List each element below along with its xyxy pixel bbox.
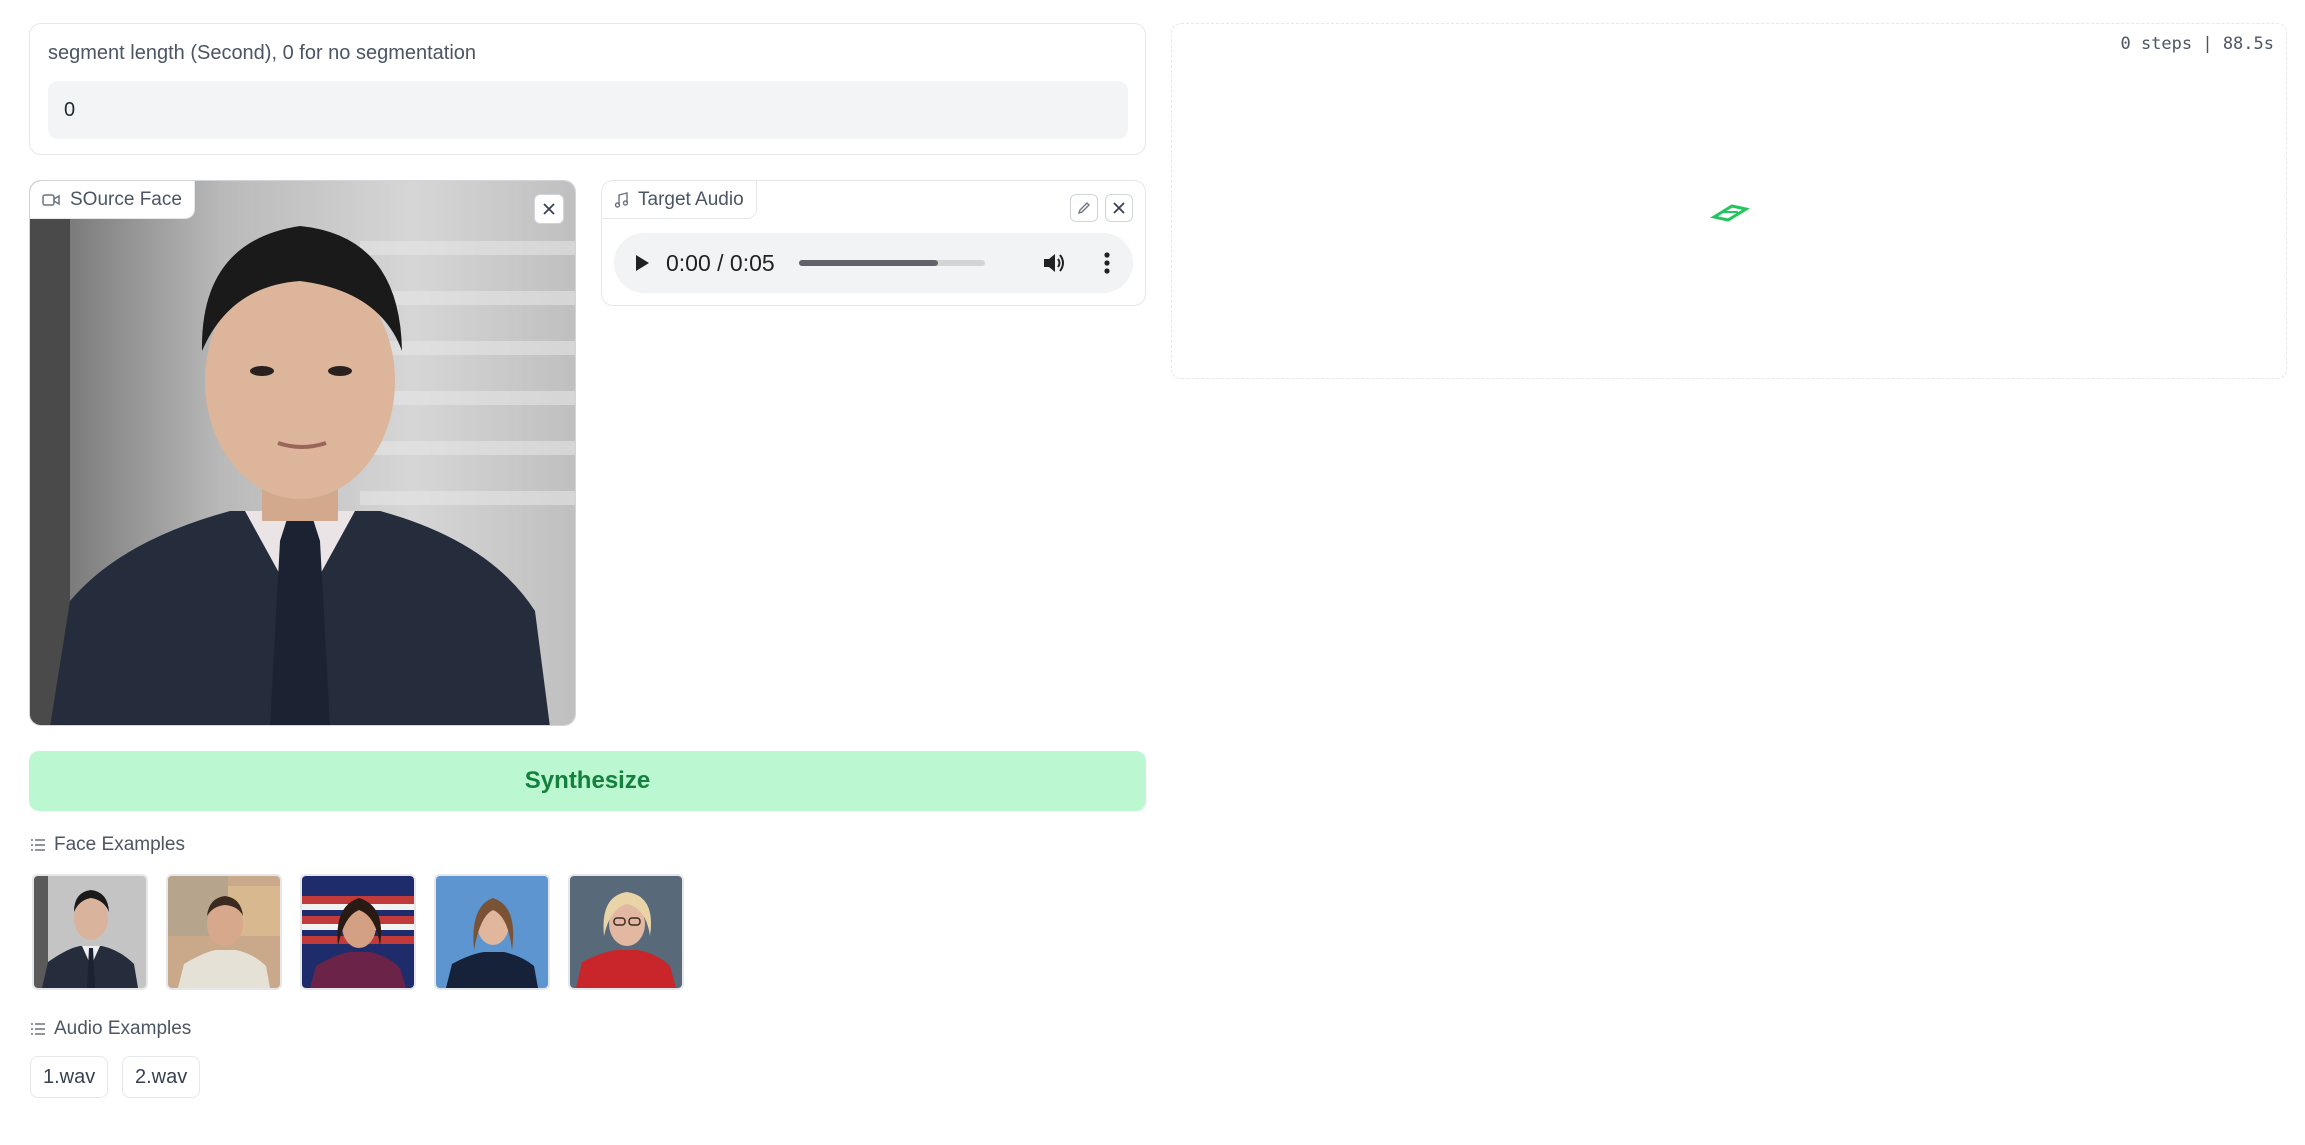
face-example-image	[570, 876, 682, 988]
pencil-icon	[1077, 202, 1090, 215]
audio-example-1[interactable]: 1.wav	[30, 1056, 109, 1098]
face-example-image	[168, 876, 280, 988]
volume-icon[interactable]	[1041, 250, 1067, 276]
face-example-image	[436, 876, 548, 988]
face-example-1[interactable]	[32, 874, 148, 990]
list-icon	[31, 1023, 45, 1035]
output-panel: 0 steps | 88.5s	[1171, 23, 2287, 379]
audio-player: 0:00 / 0:05	[614, 233, 1133, 293]
face-examples-label: Face Examples	[54, 834, 185, 855]
face-example-image	[34, 876, 146, 988]
segment-length-input[interactable]	[48, 81, 1128, 139]
audio-examples-header: Audio Examples	[30, 1018, 191, 1040]
source-face-panel[interactable]: SOurce Face	[29, 180, 576, 726]
source-face-label-text: SOurce Face	[70, 188, 182, 210]
face-example-4[interactable]	[434, 874, 550, 990]
progress-status: 0 steps | 88.5s	[2120, 34, 2274, 54]
list-icon	[31, 839, 45, 851]
segment-length-label: segment length (Second), 0 for no segmen…	[48, 42, 477, 64]
face-example-5[interactable]	[568, 874, 684, 990]
audio-progress-bar[interactable]	[798, 260, 985, 266]
segment-length-panel: segment length (Second), 0 for no segmen…	[29, 23, 1146, 155]
face-example-3[interactable]	[300, 874, 416, 990]
target-audio-label-text: Target Audio	[638, 188, 744, 210]
target-audio-label: Target Audio	[602, 181, 757, 219]
face-example-2[interactable]	[166, 874, 282, 990]
synthesize-button[interactable]: Synthesize	[29, 751, 1146, 811]
more-vertical-icon[interactable]	[1097, 250, 1117, 276]
target-audio-clear-button[interactable]	[1105, 194, 1133, 222]
source-face-label: SOurce Face	[30, 181, 195, 219]
video-camera-icon	[42, 193, 60, 206]
audio-time: 0:00 / 0:05	[666, 249, 775, 276]
loading-spinner-icon	[1710, 204, 1750, 222]
audio-examples-label: Audio Examples	[54, 1018, 192, 1039]
source-face-image	[30, 181, 575, 725]
target-audio-edit-button[interactable]	[1070, 194, 1098, 222]
face-examples-header: Face Examples	[30, 834, 185, 856]
face-example-image	[302, 876, 414, 988]
source-face-clear-button[interactable]	[534, 194, 564, 224]
audio-example-2[interactable]: 2.wav	[122, 1056, 201, 1098]
close-icon	[543, 203, 555, 215]
audio-progress-fill	[798, 260, 939, 266]
target-audio-panel: Target Audio 0:00 / 0:05	[601, 180, 1146, 306]
play-icon[interactable]	[630, 252, 652, 274]
close-icon	[1113, 202, 1125, 214]
music-note-icon	[614, 191, 628, 208]
